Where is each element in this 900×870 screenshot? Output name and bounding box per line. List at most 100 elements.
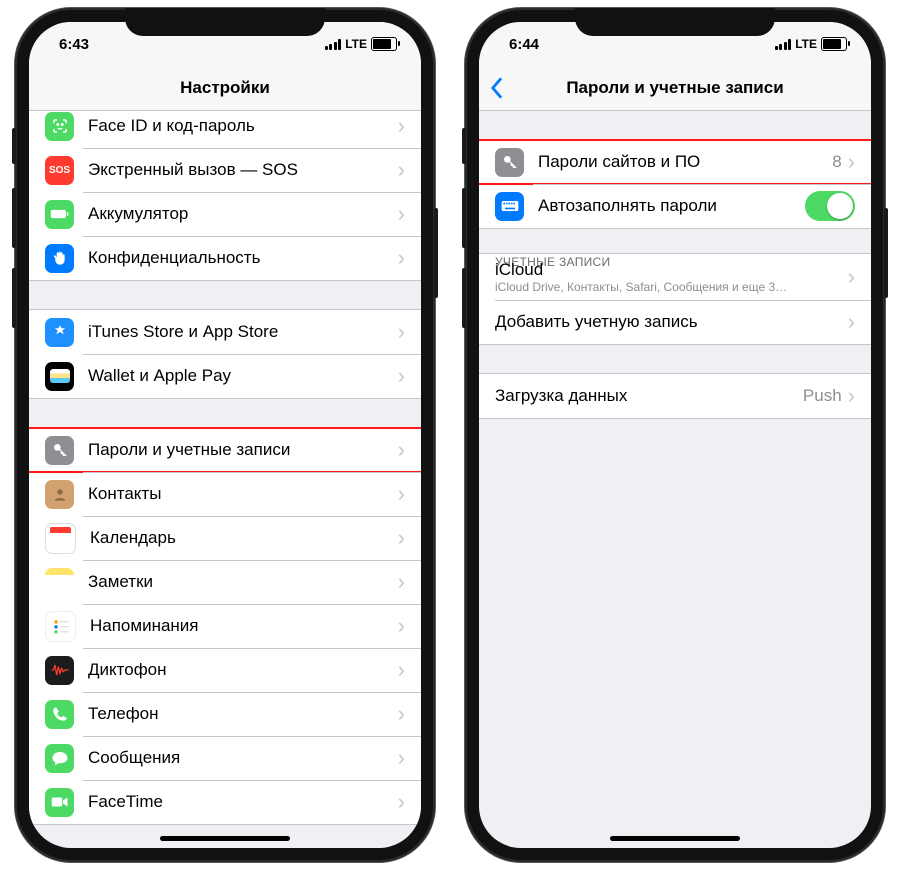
row-label: Face ID и код-пароль (88, 116, 398, 136)
sos-icon: SOS (45, 156, 74, 185)
row-calendar[interactable]: Календарь › (29, 516, 421, 560)
row-label: Сообщения (88, 748, 398, 768)
row-label: Пароли сайтов и ПО (538, 152, 832, 172)
battery-icon (371, 37, 397, 51)
row-passwords-accounts[interactable]: Пароли и учетные записи › (29, 428, 421, 472)
row-label: iCloud (495, 260, 848, 280)
waveform-icon (45, 656, 74, 685)
chevron-right-icon: › (398, 159, 405, 181)
nav-bar: Настройки (29, 66, 421, 111)
row-label: Пароли и учетные записи (88, 440, 398, 460)
key-icon (45, 436, 74, 465)
row-label: iTunes Store и App Store (88, 322, 398, 342)
reminders-icon (45, 611, 76, 642)
page-title: Пароли и учетные записи (566, 78, 783, 98)
phone-right: 6:44 LTE Пароли и учетные записи Пароли … (465, 8, 885, 862)
chevron-right-icon: › (848, 266, 855, 288)
chevron-right-icon: › (398, 747, 405, 769)
home-indicator[interactable] (610, 836, 740, 841)
row-label: Телефон (88, 704, 398, 724)
keyboard-icon (495, 192, 524, 221)
row-label: Контакты (88, 484, 398, 504)
row-notes[interactable]: Заметки › (29, 560, 421, 604)
chevron-right-icon: › (398, 247, 405, 269)
chevron-right-icon: › (398, 659, 405, 681)
row-add-account[interactable]: Добавить учетную запись › (479, 300, 871, 344)
status-time: 6:44 (509, 36, 539, 53)
chevron-left-icon (489, 77, 503, 99)
row-label: Календарь (90, 528, 398, 548)
row-wallet[interactable]: Wallet и Apple Pay › (29, 354, 421, 398)
network-label: LTE (345, 37, 367, 51)
row-label: Конфиденциальность (88, 248, 398, 268)
row-autofill-passwords[interactable]: Автозаполнять пароли (479, 184, 871, 228)
signal-icon (325, 39, 342, 50)
chevron-right-icon: › (398, 703, 405, 725)
row-label: Аккумулятор (88, 204, 398, 224)
battery-icon (821, 37, 847, 51)
back-button[interactable] (489, 66, 503, 110)
row-label: Добавить учетную запись (495, 312, 848, 332)
row-phone[interactable]: Телефон › (29, 692, 421, 736)
row-facetime[interactable]: FaceTime › (29, 780, 421, 824)
appstore-icon (45, 318, 74, 347)
chevron-right-icon: › (398, 483, 405, 505)
row-count: 8 (832, 152, 841, 172)
nav-bar: Пароли и учетные записи (479, 66, 871, 111)
row-appstore[interactable]: iTunes Store и App Store › (29, 310, 421, 354)
faceid-icon (45, 112, 74, 141)
row-label: Напоминания (90, 616, 398, 636)
chevron-right-icon: › (398, 527, 405, 549)
hand-icon (45, 244, 74, 273)
chevron-right-icon: › (398, 791, 405, 813)
row-voice[interactable]: Диктофон › (29, 648, 421, 692)
wallet-icon (45, 362, 74, 391)
row-icloud-account[interactable]: iCloud iCloud Drive, Контакты, Safari, С… (479, 254, 871, 300)
phone-icon (45, 700, 74, 729)
signal-icon (775, 39, 792, 50)
chevron-right-icon: › (398, 615, 405, 637)
chevron-right-icon: › (398, 321, 405, 343)
row-website-passwords[interactable]: Пароли сайтов и ПО 8 › (479, 140, 871, 184)
chevron-right-icon: › (848, 151, 855, 173)
notes-icon (45, 568, 74, 597)
battery-icon (45, 200, 74, 229)
chevron-right-icon: › (848, 385, 855, 407)
row-messages[interactable]: Сообщения › (29, 736, 421, 780)
row-detail: Push (803, 386, 842, 406)
status-time: 6:43 (59, 36, 89, 53)
phone-left: 6:43 LTE Настройки Face ID и код-пароль … (15, 8, 435, 862)
settings-list[interactable]: Face ID и код-пароль › SOS Экстренный вы… (29, 111, 421, 848)
passwords-accounts-list[interactable]: Пароли сайтов и ПО 8 › Автозаполнять пар… (479, 111, 871, 848)
chevron-right-icon: › (398, 439, 405, 461)
row-fetch-data[interactable]: Загрузка данных Push › (479, 374, 871, 418)
row-battery[interactable]: Аккумулятор › (29, 192, 421, 236)
row-label: Экстренный вызов — SOS (88, 160, 398, 180)
row-label: Автозаполнять пароли (538, 196, 805, 216)
autofill-toggle[interactable] (805, 191, 855, 221)
row-label: Загрузка данных (495, 386, 803, 406)
row-subtitle: iCloud Drive, Контакты, Safari, Сообщени… (495, 280, 848, 294)
chevron-right-icon: › (398, 203, 405, 225)
network-label: LTE (795, 37, 817, 51)
chevron-right-icon: › (398, 365, 405, 387)
row-label: FaceTime (88, 792, 398, 812)
page-title: Настройки (180, 78, 270, 98)
row-label: Заметки (88, 572, 398, 592)
row-reminders[interactable]: Напоминания › (29, 604, 421, 648)
row-sos[interactable]: SOS Экстренный вызов — SOS › (29, 148, 421, 192)
row-label: Wallet и Apple Pay (88, 366, 398, 386)
home-indicator[interactable] (160, 836, 290, 841)
video-icon (45, 788, 74, 817)
row-contacts[interactable]: Контакты › (29, 472, 421, 516)
row-privacy[interactable]: Конфиденциальность › (29, 236, 421, 280)
message-icon (45, 744, 74, 773)
chevron-right-icon: › (848, 311, 855, 333)
chevron-right-icon: › (398, 115, 405, 137)
key-icon (495, 148, 524, 177)
row-faceid[interactable]: Face ID и код-пароль › (29, 111, 421, 148)
contacts-icon (45, 480, 74, 509)
calendar-icon (45, 523, 76, 554)
chevron-right-icon: › (398, 571, 405, 593)
row-label: Диктофон (88, 660, 398, 680)
